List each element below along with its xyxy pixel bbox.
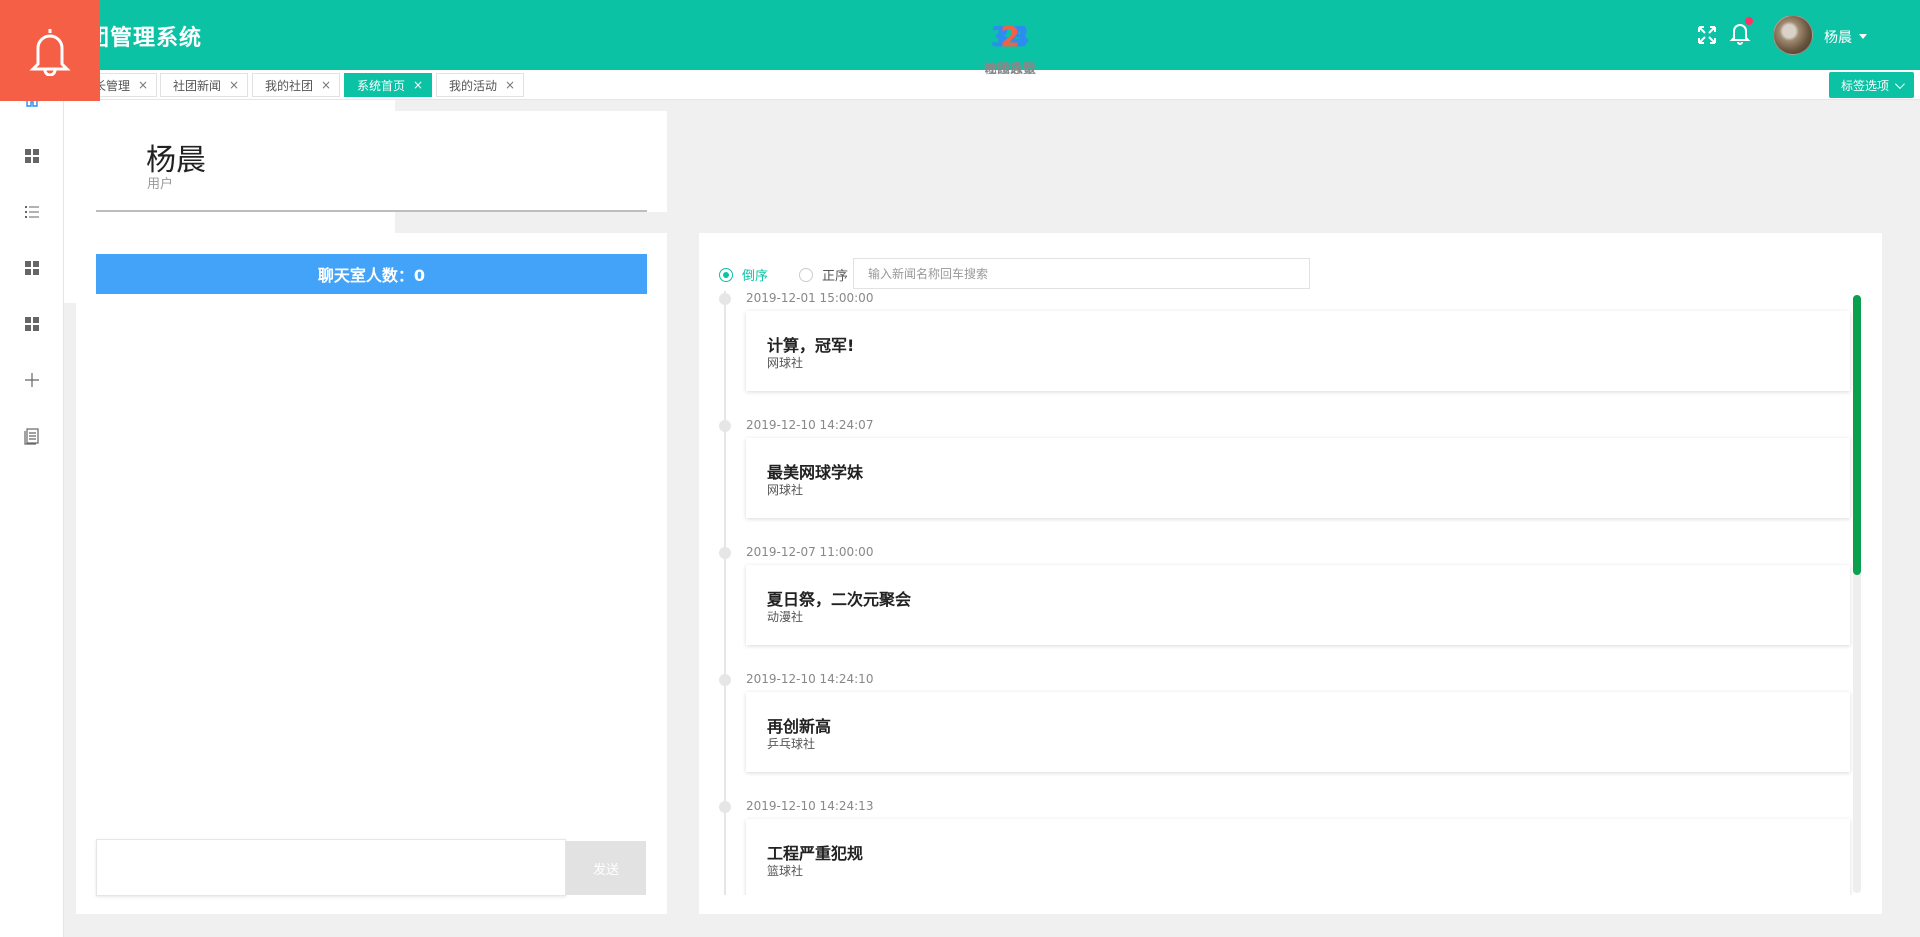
timeline-dot: [719, 293, 731, 305]
sidebar-item-document[interactable]: [0, 416, 64, 456]
sort-desc-radio[interactable]: 倒序: [719, 265, 768, 284]
news-time: 2019-12-07 11:00:00: [746, 545, 874, 559]
news-title: 最美网球学妹: [767, 463, 864, 482]
news-title: 计算，冠军!: [767, 336, 855, 355]
stat-value: 2: [1000, 20, 1020, 53]
close-icon[interactable]: ×: [413, 78, 423, 92]
news-title: 工程严重犯规: [767, 844, 864, 863]
timeline-dot: [719, 801, 731, 813]
sidebar-item-grid-3[interactable]: [0, 304, 64, 344]
news-timeline: 2019-12-01 15:00:00 计算，冠军! 网球社 2019-12-1…: [699, 291, 1882, 895]
close-icon[interactable]: ×: [505, 78, 515, 92]
chevron-down-icon: [1894, 78, 1905, 89]
profile-role: 用户: [147, 177, 174, 192]
news-club: 乒乓球社: [767, 737, 816, 751]
chat-message-input[interactable]: [96, 839, 566, 896]
news-search-input[interactable]: 输入新闻名称回车搜索: [853, 258, 1310, 289]
plus-icon: [25, 373, 39, 387]
sidebar-item-add[interactable]: [0, 360, 64, 400]
grid-icon: [25, 261, 39, 275]
document-icon: [24, 428, 39, 445]
news-card-item[interactable]: 最美网球学妹 网球社: [746, 438, 1850, 518]
list-icon: [25, 206, 39, 218]
grid-icon: [25, 149, 39, 163]
news-club: 篮球社: [767, 864, 804, 878]
radio-checked-icon: [719, 267, 733, 282]
timeline-dot: [719, 547, 731, 559]
news-time: 2019-12-10 14:24:07: [746, 418, 874, 432]
bell-icon: [0, 0, 100, 101]
news-club: 网球社: [767, 356, 804, 370]
news-time: 2019-12-01 15:00:00: [746, 291, 874, 305]
tab-options-label: 标签选项: [1840, 78, 1889, 93]
radio-label: 正序: [822, 269, 849, 284]
radio-icon: [799, 267, 813, 282]
sort-asc-radio[interactable]: 正序: [799, 265, 848, 284]
news-card-item[interactable]: 夏日祭，二次元聚会 动漫社: [746, 565, 1850, 645]
scrollbar-thumb[interactable]: [1853, 295, 1861, 575]
news-club: 动漫社: [767, 610, 804, 624]
grid-icon: [25, 317, 39, 331]
chat-panel: 聊天室人数：0 发送: [76, 233, 667, 914]
news-club: 网球社: [767, 483, 804, 497]
timeline-dot: [719, 674, 731, 686]
profile-card: 杨晨 用户: [76, 111, 667, 212]
tab-label: 系统首页: [357, 78, 406, 93]
news-time: 2019-12-10 14:24:13: [746, 799, 874, 813]
news-card-item[interactable]: 计算，冠军! 网球社: [746, 311, 1850, 391]
chat-room-count: 聊天室人数：0: [96, 254, 647, 294]
stat-label: 动态数量: [983, 62, 1036, 77]
sidebar-item-grid-2[interactable]: [0, 248, 64, 288]
close-icon[interactable]: ×: [138, 78, 148, 92]
tab-label: 社团新闻: [173, 78, 222, 93]
news-card-item[interactable]: 工程严重犯规 篮球社: [746, 819, 1850, 895]
close-icon[interactable]: ×: [321, 78, 331, 92]
radio-label: 倒序: [742, 269, 769, 284]
news-time: 2019-12-10 14:24:10: [746, 672, 874, 686]
tab-label: 我的活动: [449, 78, 498, 93]
sidebar-item-grid-1[interactable]: [0, 136, 64, 176]
sidebar-item-list[interactable]: [0, 192, 64, 232]
news-card-item[interactable]: 再创新高 乒乓球社: [746, 692, 1850, 772]
timeline-dot: [719, 420, 731, 432]
send-button[interactable]: 发送: [566, 841, 646, 895]
tab-label: 我的社团: [265, 78, 314, 93]
sidebar: [0, 70, 64, 937]
news-title: 再创新高: [767, 717, 832, 736]
news-title: 夏日祭，二次元聚会: [767, 590, 912, 609]
divider: [96, 210, 647, 212]
close-icon[interactable]: ×: [229, 78, 239, 92]
news-panel: 倒序 正序 输入新闻名称回车搜索 2019-12-01 15:00:00 计算，…: [699, 233, 1882, 914]
